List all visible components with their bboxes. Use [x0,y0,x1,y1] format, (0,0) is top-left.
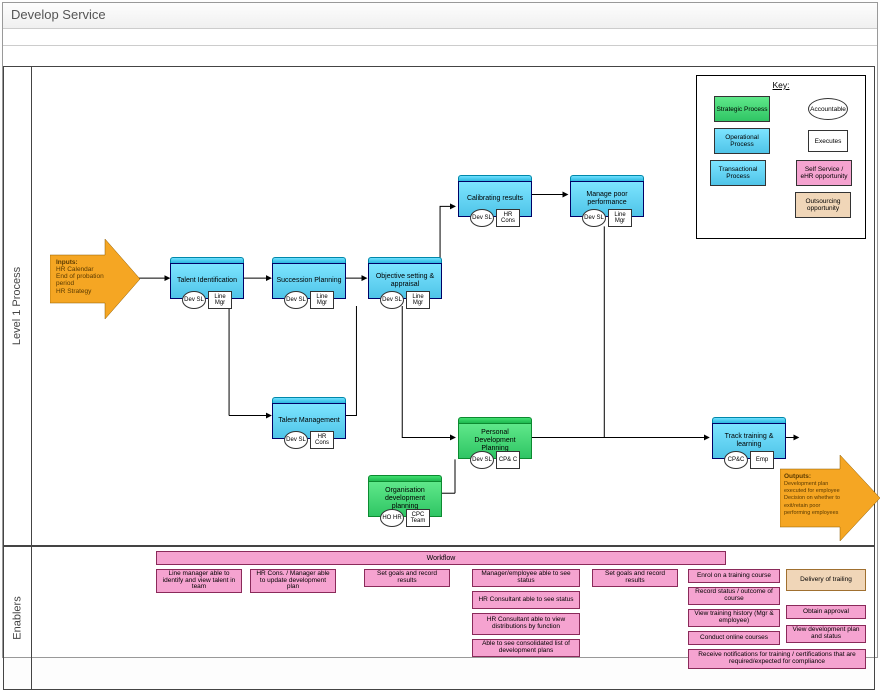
role-executes: HR Cons [496,209,520,227]
enabler-box: Able to see consolidated list of develop… [472,639,580,657]
inputs-body: HR Calendar End of probation period HR S… [56,266,104,294]
key-outsourcing: Outsourcing opportunity [795,192,851,218]
enabler-box: Conduct online courses [688,631,780,645]
swimlane-label-level1: Level 1 Process [4,67,32,545]
role-executes: Line Mgr [208,291,232,309]
role-executes: Emp [750,451,774,469]
enabler-box: Manager/employee able to see status [472,569,580,587]
enabler-box: Obtain approval [786,605,866,619]
proc-succession-planning: Succession Planning Dev SLLine Mgr [272,257,346,309]
diagram-body: Level 1 Process [3,45,877,657]
role-executes: Line Mgr [406,291,430,309]
enabler-box: Enrol on a training course [688,569,780,583]
swimlane-body-level1: Inputs: HR Calendar End of probation per… [32,67,874,545]
enabler-box: View training history (Mgr & employee) [688,609,780,627]
role-executes: CPC Team [406,509,430,527]
role-accountable: Dev SL [284,291,308,309]
outputs-body: Development plan executed for employee D… [784,481,840,516]
swimlane-label-text: Enablers [12,596,24,639]
role-accountable: CP&C [724,451,748,469]
role-accountable: Dev SL [380,291,404,309]
role-accountable: Dev SL [470,209,494,227]
swimlane-label-enablers: Enablers [4,547,32,689]
inputs-heading: Inputs: [56,259,78,266]
proc-org-development-planning: Organisation development planning HO HRC… [368,475,442,527]
role-accountable: HO HR [380,509,404,527]
key-strategic-process: Strategic Process [714,96,770,122]
role-executes: CP& C [496,451,520,469]
key-accountable: Accountable [808,98,848,120]
swimlane-body-enablers: Workflow Line manager able to identify a… [32,547,874,689]
role-accountable: Dev SL [470,451,494,469]
enabler-box: Receive notifications for training / cer… [688,649,866,669]
enabler-box: HR Consultant able to see status [472,591,580,609]
proc-track-training: Track training & learning CP&CEmp [712,417,786,469]
role-executes: HR Cons [310,431,334,449]
swimlane-level1: Level 1 Process [3,66,875,546]
enabler-box: Set goals and record results [592,569,678,587]
enabler-box: Set goals and record results [364,569,450,587]
proc-objective-setting: Objective setting & appraisal Dev SLLine… [368,257,442,309]
legend-key: Key: Strategic Process Accountable Opera… [696,75,866,239]
role-accountable: Dev SL [182,291,206,309]
role-accountable: Dev SL [582,209,606,227]
swimlane-enablers: Enablers Workflow Line manager able to i… [3,546,875,690]
enabler-box: HR Consultant able to view distributions… [472,613,580,635]
enabler-box-outsourcing: Delivery of trailing [786,569,866,591]
role-accountable: Dev SL [284,431,308,449]
enabler-box: Line manager able to identify and view t… [156,569,242,593]
proc-talent-management: Talent Management Dev SLHR Cons [272,397,346,449]
legend-title: Key: [701,80,861,90]
proc-personal-development-planning: Personal Development Planning Dev SLCP& … [458,417,532,469]
enabler-box: View development plan and status [786,625,866,643]
proc-manage-poor-performance: Manage poor performance Dev SLLine Mgr [570,175,644,227]
swimlane-label-text: Level 1 Process [12,267,24,345]
outputs-arrow: Outputs: Development plan executed for e… [780,455,880,541]
key-self-service: Self Service / eHR opportunity [796,160,852,186]
key-executes: Executes [808,130,848,152]
key-operational-process: Operational Process [714,128,770,154]
outputs-heading: Outputs: [784,473,811,480]
app-window: Develop Service Level 1 Process [2,2,878,658]
page-title: Develop Service [3,3,877,29]
enabler-box: Record status / outcome of course [688,587,780,605]
role-executes: Line Mgr [310,291,334,309]
proc-calibrating-results: Calibrating results Dev SLHR Cons [458,175,532,227]
enabler-box: HR Cons. / Manager able to update develo… [250,569,336,593]
role-executes: Line Mgr [608,209,632,227]
enabler-workflow-bar: Workflow [156,551,726,565]
key-transactional-process: Transactional Process [710,160,766,186]
inputs-arrow: Inputs: HR Calendar End of probation per… [50,239,140,319]
proc-talent-identification: Talent Identification Dev SLLine Mgr [170,257,244,309]
